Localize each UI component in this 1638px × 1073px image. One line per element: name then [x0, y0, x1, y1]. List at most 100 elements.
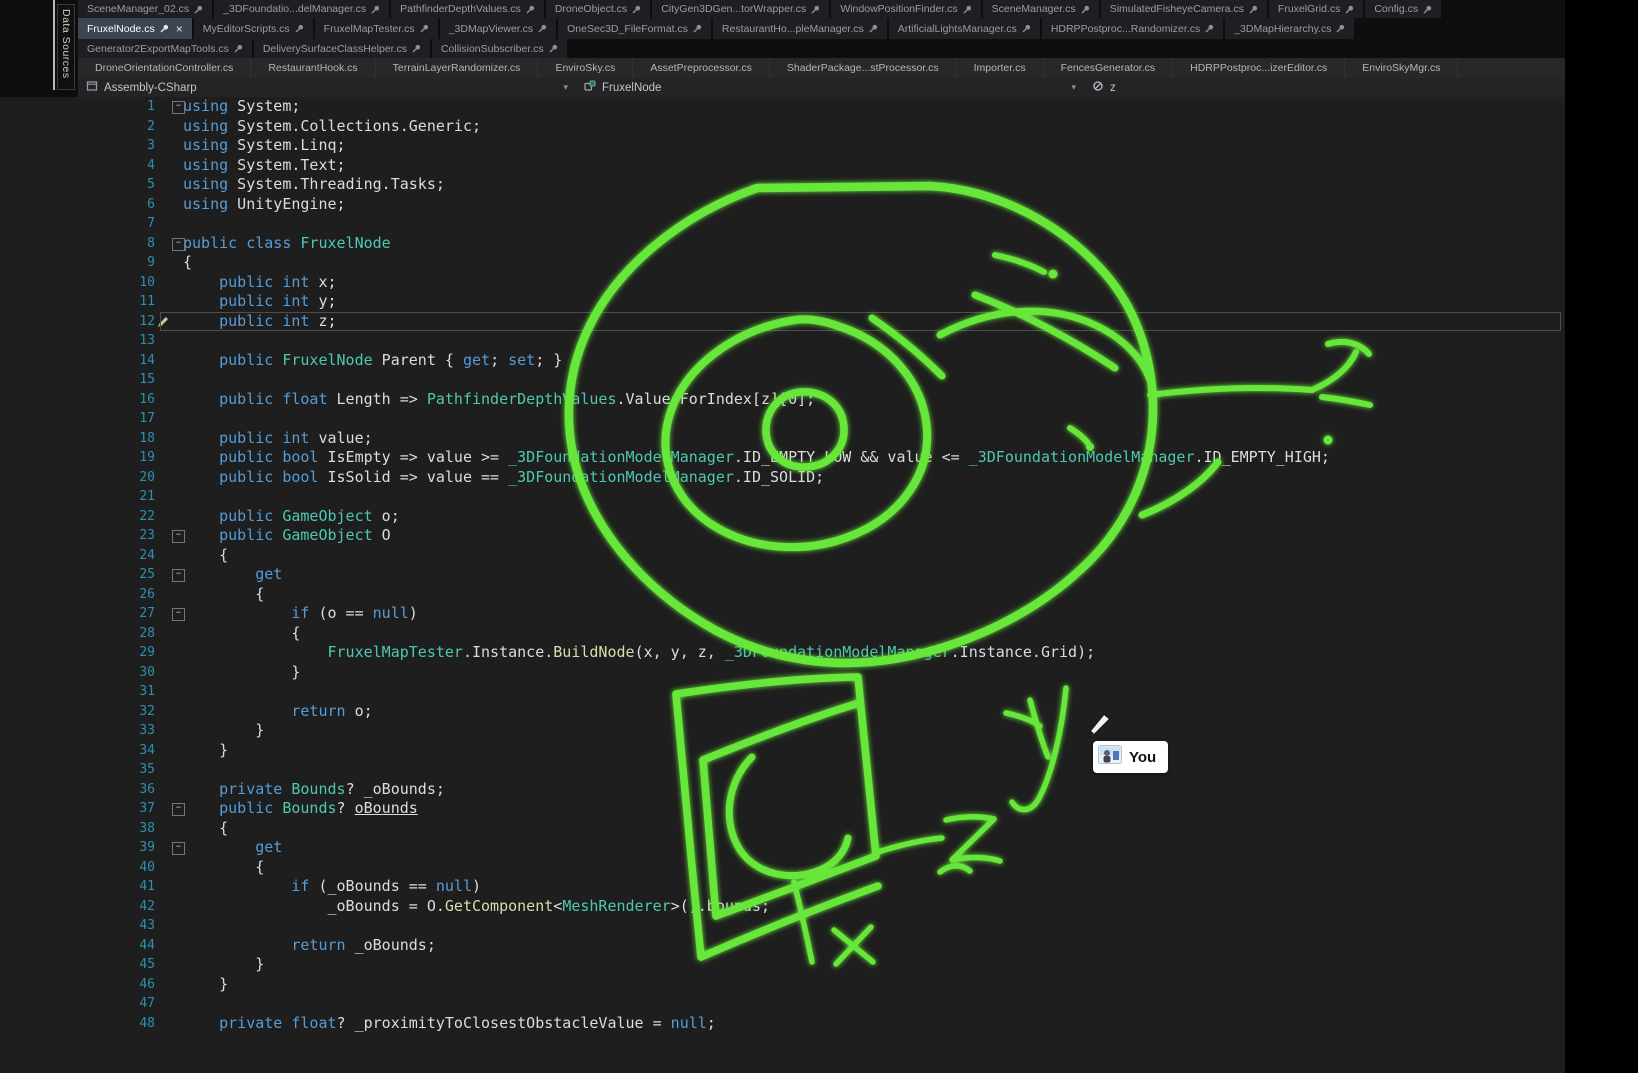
code-text[interactable]: { — [183, 819, 1565, 839]
code-line-9[interactable]: 9{ — [0, 253, 1565, 273]
fold-margin[interactable]: − — [155, 604, 183, 624]
pin-icon[interactable] — [295, 24, 304, 33]
breadcrumb-project-dropdown[interactable]: Assembly-CSharp ▾ — [78, 78, 576, 97]
tab-RestaurantHook.cs[interactable]: RestaurantHook.cs — [251, 58, 375, 78]
code-text[interactable]: get — [183, 838, 1565, 858]
code-text[interactable]: public Bounds? oBounds — [183, 799, 1565, 819]
pin-icon[interactable] — [1345, 5, 1354, 14]
fold-collapse-icon[interactable]: − — [172, 608, 185, 621]
code-line-24[interactable]: 24 { — [0, 546, 1565, 566]
code-text[interactable] — [183, 916, 1565, 936]
tab-SceneManager_02.cs[interactable]: SceneManager_02.cs — [78, 0, 212, 18]
fold-margin[interactable]: − — [155, 565, 183, 585]
tab-FruxelGrid.cs[interactable]: FruxelGrid.cs — [1269, 0, 1363, 18]
fold-collapse-icon[interactable]: − — [172, 569, 185, 582]
code-text[interactable]: return o; — [183, 702, 1565, 722]
pin-icon[interactable] — [1022, 24, 1031, 33]
tab-EnviroSky.cs[interactable]: EnviroSky.cs — [538, 58, 633, 78]
code-text[interactable]: { — [183, 253, 1565, 273]
code-line-13[interactable]: 13 — [0, 331, 1565, 351]
tab-EnviroSkyMgr.cs[interactable]: EnviroSkyMgr.cs — [1345, 58, 1458, 78]
code-line-43[interactable]: 43 — [0, 916, 1565, 936]
code-line-37[interactable]: 37− public Bounds? oBounds — [0, 799, 1565, 819]
tab-ShaderPackage...stProcessor.cs[interactable]: ShaderPackage...stProcessor.cs — [770, 58, 957, 78]
code-line-38[interactable]: 38 { — [0, 819, 1565, 839]
code-line-41[interactable]: 41 if (_oBounds == null) — [0, 877, 1565, 897]
pin-icon[interactable] — [1336, 24, 1345, 33]
pin-icon[interactable] — [811, 5, 820, 14]
code-line-22[interactable]: 22 public GameObject o; — [0, 507, 1565, 527]
code-line-46[interactable]: 46 } — [0, 975, 1565, 995]
code-line-17[interactable]: 17 — [0, 409, 1565, 429]
code-line-42[interactable]: 42 _oBounds = O.GetComponent<MeshRendere… — [0, 897, 1565, 917]
code-text[interactable]: } — [183, 975, 1565, 995]
code-line-21[interactable]: 21 — [0, 487, 1565, 507]
code-text[interactable] — [183, 409, 1565, 429]
code-line-10[interactable]: 10 public int x; — [0, 273, 1565, 293]
code-line-48[interactable]: 48 private float? _proximityToClosestObs… — [0, 1014, 1565, 1034]
code-line-3[interactable]: 3using System.Linq; — [0, 136, 1565, 156]
code-text[interactable]: public bool IsSolid => value == _3DFound… — [183, 468, 1565, 488]
code-line-34[interactable]: 34 } — [0, 741, 1565, 761]
tab-PathfinderDepthValues.cs[interactable]: PathfinderDepthValues.cs — [391, 0, 544, 18]
code-text[interactable]: public int value; — [183, 429, 1565, 449]
close-icon[interactable]: × — [176, 24, 183, 34]
code-line-16[interactable]: 16 public float Length => PathfinderDept… — [0, 390, 1565, 410]
code-line-2[interactable]: 2using System.Collections.Generic; — [0, 117, 1565, 137]
pin-icon[interactable] — [420, 24, 429, 33]
pin-icon[interactable] — [1081, 5, 1090, 14]
code-text[interactable] — [183, 370, 1565, 390]
code-text[interactable] — [183, 214, 1565, 234]
tab-Config.cs[interactable]: Config.cs — [1365, 0, 1441, 18]
code-line-11[interactable]: 11 public int y; — [0, 292, 1565, 312]
code-line-1[interactable]: 1−using System; — [0, 97, 1565, 117]
pin-icon[interactable] — [194, 5, 203, 14]
code-text[interactable]: } — [183, 955, 1565, 975]
pin-icon[interactable] — [632, 5, 641, 14]
code-text[interactable]: public bool IsEmpty => value >= _3DFound… — [183, 448, 1565, 468]
chevron-down-icon[interactable]: ▾ — [563, 83, 568, 93]
code-line-25[interactable]: 25− get — [0, 565, 1565, 585]
code-line-33[interactable]: 33 } — [0, 721, 1565, 741]
code-text[interactable]: } — [183, 741, 1565, 761]
code-text[interactable]: } — [183, 663, 1565, 683]
splitter[interactable] — [53, 0, 55, 90]
code-line-6[interactable]: 6using UnityEngine; — [0, 195, 1565, 215]
code-text[interactable]: public FruxelNode Parent { get; set; } — [183, 351, 1565, 371]
code-text[interactable]: get — [183, 565, 1565, 585]
code-line-4[interactable]: 4using System.Text; — [0, 156, 1565, 176]
breadcrumb-type-dropdown[interactable]: FruxelNode ▾ — [576, 78, 1084, 97]
fold-margin[interactable]: − — [155, 838, 183, 858]
code-line-35[interactable]: 35 — [0, 760, 1565, 780]
code-line-27[interactable]: 27− if (o == null) — [0, 604, 1565, 624]
tab-RestaurantHo...pleManager.cs[interactable]: RestaurantHo...pleManager.cs — [713, 18, 887, 39]
pin-icon[interactable] — [538, 24, 547, 33]
code-text[interactable]: FruxelMapTester.Instance.BuildNode(x, y,… — [183, 643, 1565, 663]
code-line-14[interactable]: 14 public FruxelNode Parent { get; set; … — [0, 351, 1565, 371]
tab-CityGen3DGen...torWrapper.cs[interactable]: CityGen3DGen...torWrapper.cs — [652, 0, 829, 18]
code-text[interactable]: _oBounds = O.GetComponent<MeshRenderer>(… — [183, 897, 1565, 917]
tab-Importer.cs[interactable]: Importer.cs — [957, 58, 1044, 78]
code-line-8[interactable]: 8−public class FruxelNode — [0, 234, 1565, 254]
code-line-44[interactable]: 44 return _oBounds; — [0, 936, 1565, 956]
code-text[interactable]: using System.Threading.Tasks; — [183, 175, 1565, 195]
code-text[interactable]: public float Length => PathfinderDepthVa… — [183, 390, 1565, 410]
code-text[interactable]: { — [183, 624, 1565, 644]
code-text[interactable] — [183, 487, 1565, 507]
code-line-36[interactable]: 36 private Bounds? _oBounds; — [0, 780, 1565, 800]
breadcrumb-member-dropdown[interactable]: z — [1084, 78, 1565, 97]
code-text[interactable] — [183, 682, 1565, 702]
fold-collapse-icon[interactable]: − — [172, 803, 185, 816]
fold-collapse-icon[interactable]: − — [172, 238, 185, 251]
pin-icon[interactable] — [1205, 24, 1214, 33]
tab-_3DMapViewer.cs[interactable]: _3DMapViewer.cs — [440, 18, 556, 39]
fold-margin[interactable]: − — [155, 234, 183, 254]
code-line-29[interactable]: 29 FruxelMapTester.Instance.BuildNode(x,… — [0, 643, 1565, 663]
code-line-30[interactable]: 30 } — [0, 663, 1565, 683]
code-text[interactable] — [183, 994, 1565, 1014]
code-text[interactable]: if (_oBounds == null) — [183, 877, 1565, 897]
pin-icon[interactable] — [412, 44, 421, 53]
tab-HDRPPostproc...izerEditor.cs[interactable]: HDRPPostproc...izerEditor.cs — [1173, 58, 1345, 78]
code-line-39[interactable]: 39− get — [0, 838, 1565, 858]
tab-ArtificialLightsManager.cs[interactable]: ArtificialLightsManager.cs — [889, 18, 1040, 39]
